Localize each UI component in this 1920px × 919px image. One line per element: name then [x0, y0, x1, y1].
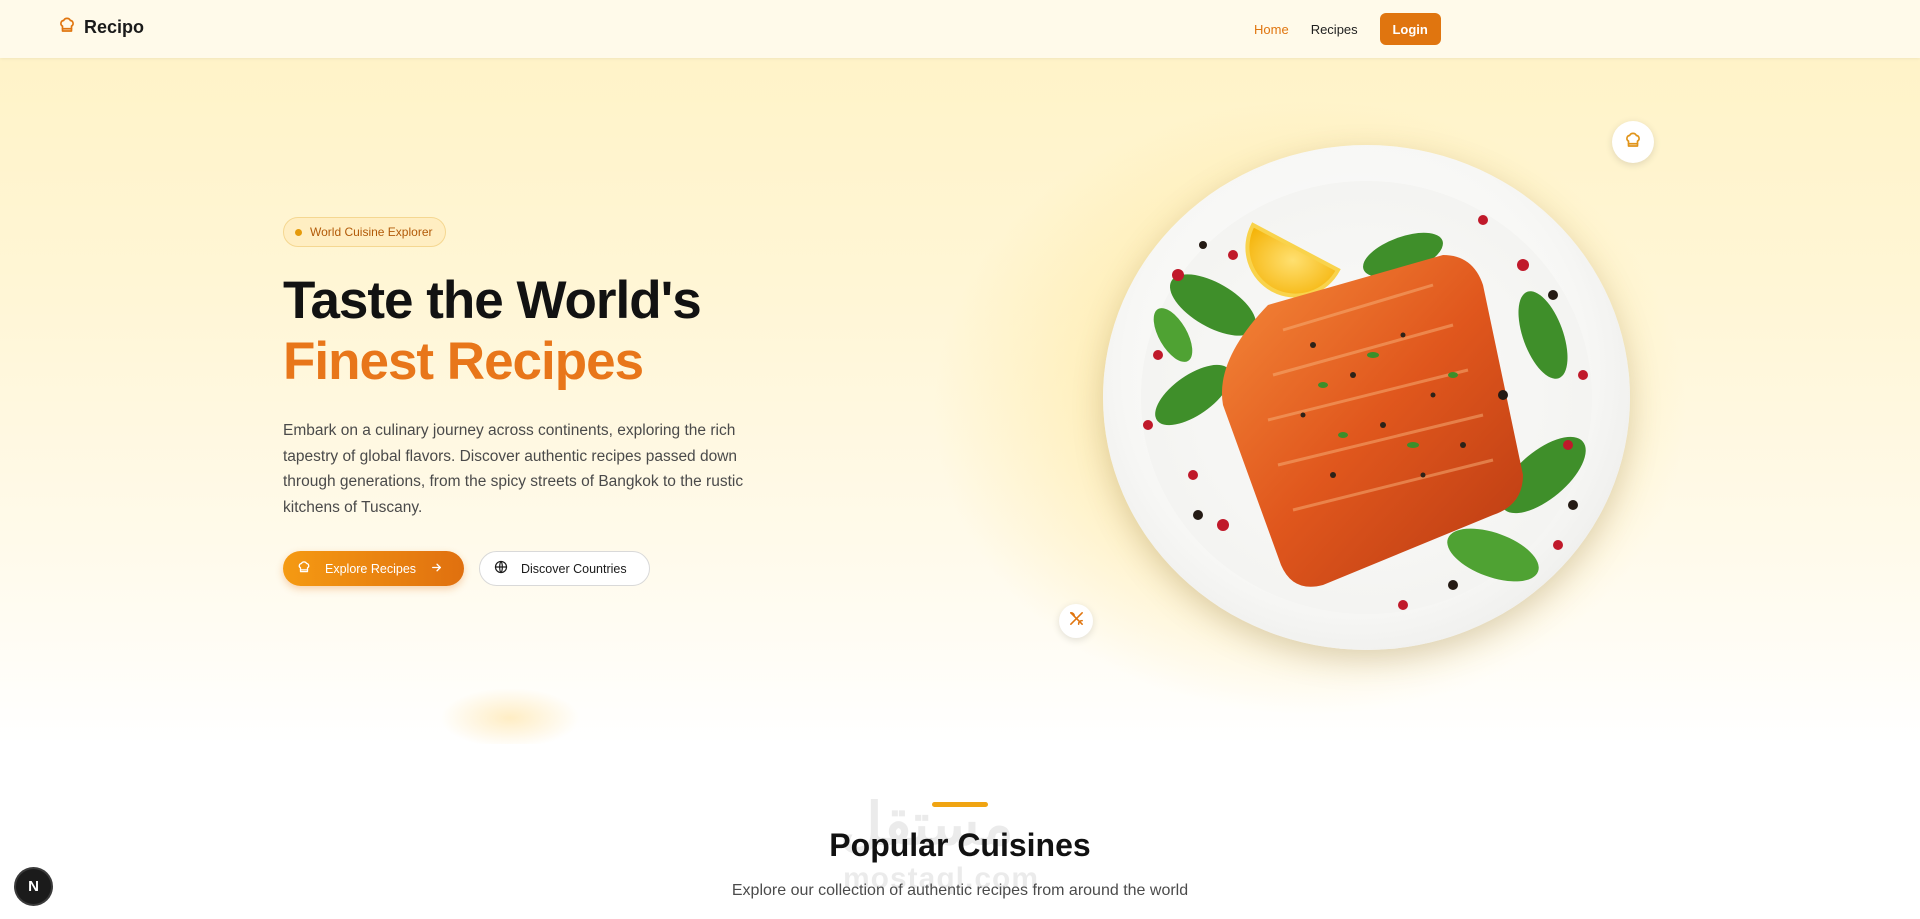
section-accent-bar — [932, 802, 988, 807]
login-button[interactable]: Login — [1379, 13, 1441, 45]
hero-section: World Cuisine Explorer Taste the World's… — [0, 58, 1920, 744]
hero-title-line2: Finest Recipes — [283, 332, 644, 391]
arrow-right-icon — [430, 561, 443, 577]
dev-tools-badge[interactable]: N — [16, 869, 51, 904]
hero-food-image — [1103, 145, 1630, 650]
hero-title-line1: Taste the World's — [283, 271, 702, 330]
hero-description: Embark on a culinary journey across cont… — [283, 422, 744, 516]
chef-hat-icon — [1624, 131, 1642, 154]
explore-recipes-label: Explore Recipes — [325, 561, 417, 576]
utensils-badge — [1059, 604, 1093, 638]
explore-recipes-button[interactable]: Explore Recipes — [283, 551, 464, 586]
chef-hat-badge — [1612, 121, 1654, 163]
globe-icon — [494, 560, 508, 577]
badge-dot-icon — [295, 228, 302, 236]
chef-hat-icon — [58, 16, 76, 39]
utensils-crossed-icon — [1068, 610, 1085, 632]
section-subtitle: Explore our collection of authentic reci… — [731, 882, 1189, 899]
brand-name: Recipo — [84, 17, 145, 37]
discover-countries-label: Discover Countries — [521, 561, 627, 576]
nav-link-recipes[interactable]: Recipes — [1311, 14, 1358, 45]
salmon-illustration — [1143, 215, 1588, 610]
nav-links: Home Recipes Login — [1254, 13, 1441, 45]
discover-countries-button[interactable]: Discover Countries — [479, 551, 650, 586]
chef-hat-icon — [297, 560, 311, 577]
brand-logo[interactable]: Recipo — [58, 16, 144, 39]
hero-badge-label: World Cuisine Explorer — [310, 225, 433, 239]
nav-link-home[interactable]: Home — [1254, 14, 1289, 45]
hero-glow-small — [440, 688, 580, 744]
hero-badge: World Cuisine Explorer — [283, 217, 446, 247]
navbar: Recipo Home Recipes Login — [0, 0, 1920, 58]
section-title: Popular Cuisines — [829, 827, 1091, 863]
